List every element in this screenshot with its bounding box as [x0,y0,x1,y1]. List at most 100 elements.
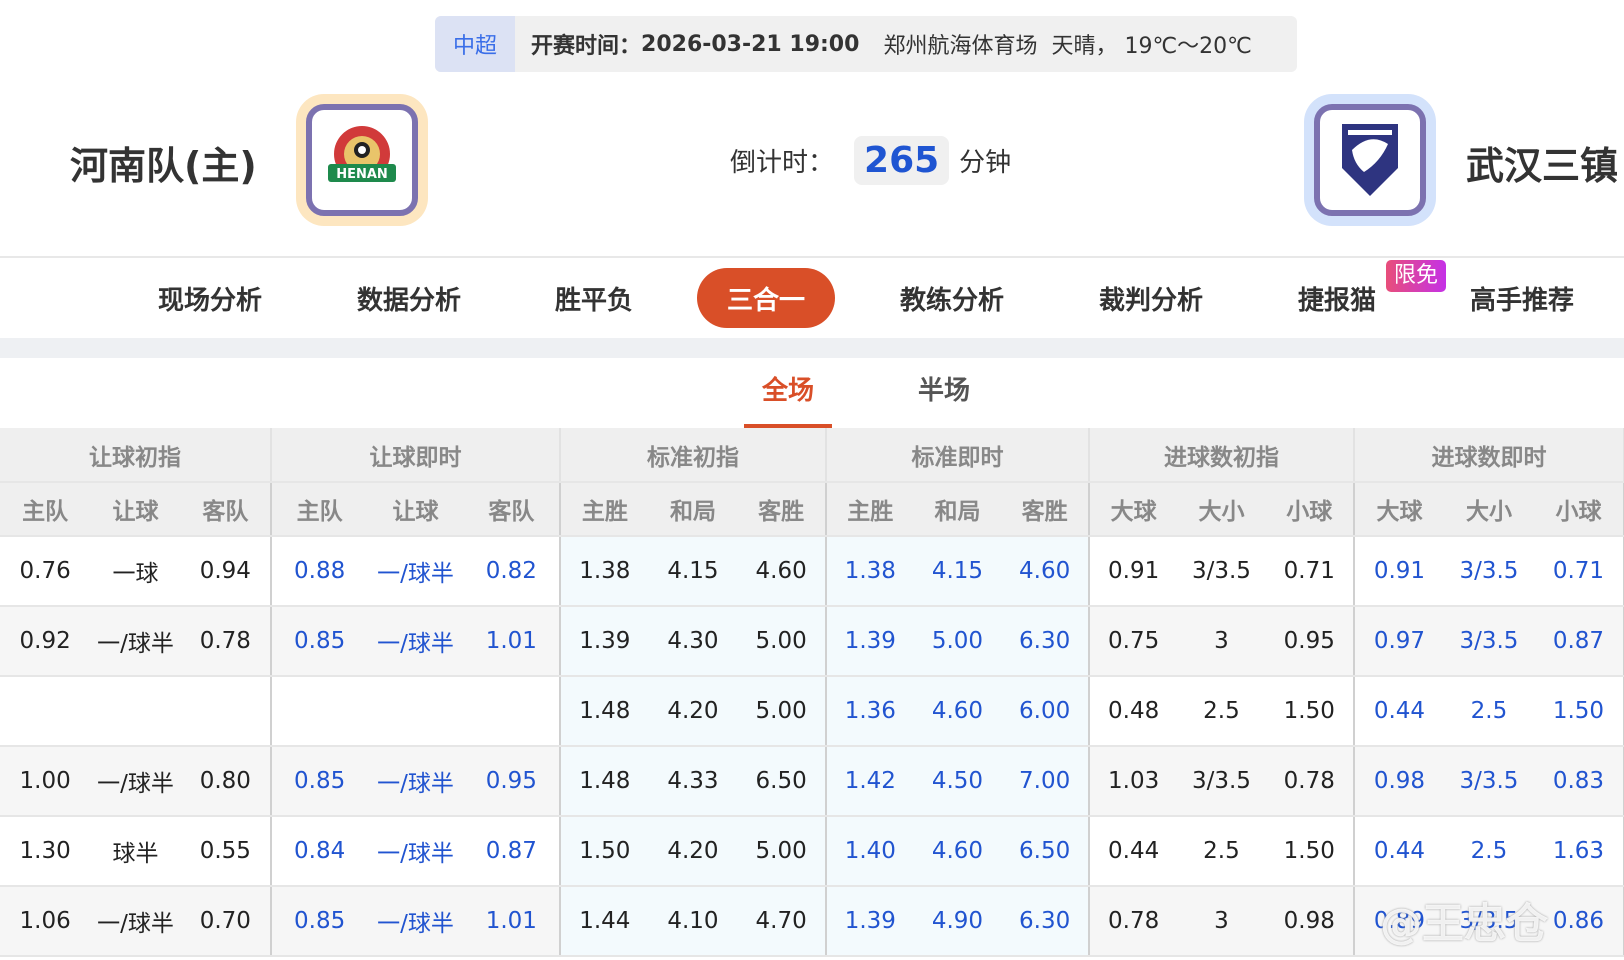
table-cell: 4.50 [913,746,1002,817]
kickoff-time: 2026-03-21 19:00 [641,31,860,57]
nav-win-draw-loss[interactable]: 胜平负 [555,258,633,338]
column-header: 主队 [0,482,91,537]
column-header: 客队 [463,482,561,537]
group-header: 进球数初指 [1088,428,1355,483]
nav-expert-picks[interactable]: 高手推荐 [1470,258,1574,338]
table-cell: 0.71 [1265,536,1355,607]
league-tag[interactable]: 中超 [435,16,515,72]
column-header: 主胜 [559,482,649,537]
table-cell: 1.42 [825,746,914,817]
free-badge: 限免 [1386,260,1447,292]
table-cell: 5.00 [913,606,1002,677]
away-team-name: 武汉三镇 [1466,144,1619,188]
table-cell: 4.30 [648,606,738,677]
table-cell: 0.95 [1265,606,1355,677]
kickoff-label: 开赛时间： [531,34,642,59]
table-cell: 0.98 [1353,746,1444,817]
nav-data-analysis[interactable]: 数据分析 [357,258,461,338]
table-cell: 1.38 [825,536,914,607]
nav-live-analysis[interactable]: 现场分析 [158,258,262,338]
table-cell: 一/球半 [90,746,181,817]
home-team-name: 河南队(主) [70,144,257,188]
table-cell: 一/球半 [90,886,181,957]
tab-half-time[interactable]: 半场 [900,370,988,428]
table-cell: 1.44 [559,886,649,957]
svg-text:HENAN: HENAN [336,167,388,182]
table-cell: 3/3.5 [1443,606,1534,677]
table-cell: 4.60 [913,816,1002,887]
group-header: 让球初指 [0,428,272,483]
table-cell: 2.5 [1443,816,1534,887]
column-header: 让球 [90,482,181,537]
table-cell: 1.50 [1265,816,1355,887]
table-cell: 0.71 [1533,536,1624,607]
table-row: 0.76 一球 0.94 0.88 一/球半 0.82 1.38 4.15 4.60 1.38 4.… [0,536,1624,607]
table-cell: 4.70 [737,886,827,957]
table-cell [367,676,464,747]
table-cell: 一/球半 [367,746,464,817]
table-cell: 0.75 [1088,606,1178,677]
table-cell: 4.60 [737,536,827,607]
column-header: 让球 [367,482,464,537]
table-cell: 0.44 [1353,676,1444,747]
countdown-label: 倒计时： [730,148,835,178]
table-cell: 一/球半 [90,606,181,677]
column-header: 大球 [1353,482,1444,537]
table-cell: 4.20 [648,676,738,747]
column-header: 客胜 [737,482,827,537]
nav-coach-analysis[interactable]: 教练分析 [900,258,1004,338]
group-header: 让球即时 [270,428,561,483]
table-cell: 一/球半 [367,536,464,607]
table-cell: 3/3.5 [1443,536,1534,607]
table-cell: 0.78 [180,606,272,677]
analysis-nav: 现场分析 数据分析 胜平负 三合一 教练分析 裁判分析 捷报猫 高手推荐 [0,256,1624,338]
table-cell: 0.76 [0,536,91,607]
column-header: 大球 [1088,482,1178,537]
match-info-bar: 中超 开赛时间： 2026-03-21 19:00 郑州航海体育场 天晴， 19… [435,16,1297,72]
table-cell: 4.15 [913,536,1002,607]
table-cell: 0.85 [270,606,368,677]
table-cell: 0.80 [180,746,272,817]
table-cell: 1.00 [0,746,91,817]
table-cell: 5.00 [737,816,827,887]
tab-full-time[interactable]: 全场 [743,370,833,428]
table-cell: 1.63 [1533,816,1624,887]
column-header: 大小 [1443,482,1534,537]
nav-jiebaomao[interactable]: 捷报猫 [1298,258,1376,338]
table-cell: 1.48 [559,746,649,817]
table-cell: 0.91 [1353,536,1444,607]
table-cell: 6.50 [737,746,827,817]
column-header: 和局 [913,482,1002,537]
table-cell: 1.39 [825,606,914,677]
table-cell: 4.60 [913,676,1002,747]
table-cell: 6.00 [1001,676,1090,747]
table-cell: 一/球半 [367,886,464,957]
table-cell: 0.97 [1353,606,1444,677]
table-cell: 1.39 [825,886,914,957]
table-row: 0.92 一/球半 0.78 0.85 一/球半 1.01 1.39 4.30 5.00 1.39… [0,606,1624,677]
table-cell: 1.36 [825,676,914,747]
nav-referee-analysis[interactable]: 裁判分析 [1099,258,1203,338]
column-header: 和局 [648,482,738,537]
away-team-logo[interactable] [1304,94,1436,226]
table-cell: 1.30 [0,816,91,887]
weather: 天晴， 19℃～20℃ [1051,34,1252,59]
divider-band [0,338,1624,358]
table-row: 1.48 4.20 5.00 1.36 4.60 6.00 0.48 2.5 1.50 0.44 2… [0,676,1624,747]
countdown: 倒计时： 265 分钟 [730,136,1011,185]
table-cell: 4.20 [648,816,738,887]
table-cell: 1.38 [559,536,649,607]
table-cell: 1.50 [1533,676,1624,747]
table-cell: 4.15 [648,536,738,607]
table-cell [0,676,91,747]
table-cell: 0.92 [0,606,91,677]
column-header: 小球 [1265,482,1355,537]
countdown-value: 265 [854,136,950,185]
table-cell: 0.82 [463,536,561,607]
table-cell: 0.85 [270,746,368,817]
table-cell: 3/3.5 [1177,536,1266,607]
table-cell: 1.50 [559,816,649,887]
table-cell: 0.78 [1265,746,1355,817]
nav-three-in-one[interactable]: 三合一 [696,268,836,328]
home-team-logo[interactable]: HENAN [296,94,428,226]
